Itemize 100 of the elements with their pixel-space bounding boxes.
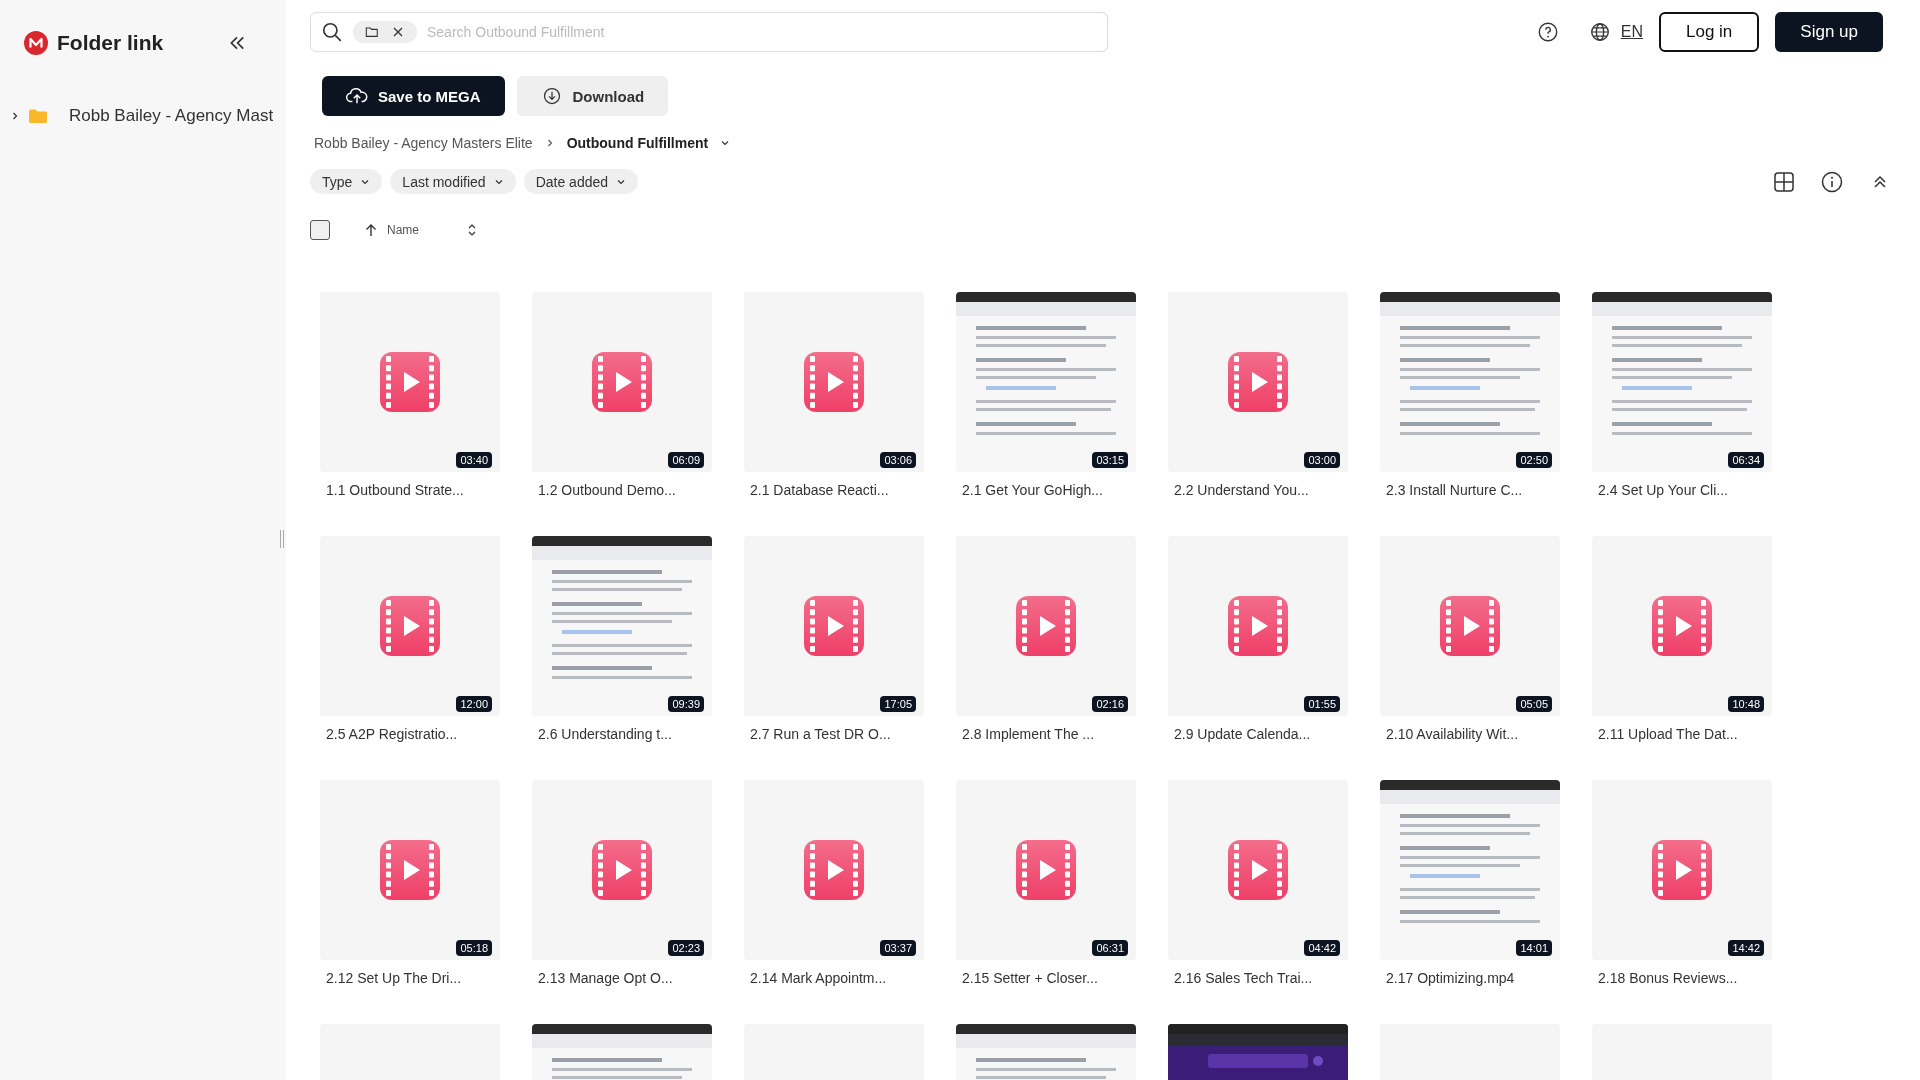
file-name[interactable]: 2.8 Implement The ...	[956, 726, 1136, 742]
language-link[interactable]: EN	[1620, 23, 1643, 41]
file-name[interactable]: 2.11 Upload The Dat...	[1592, 726, 1772, 742]
duration-badge: 03:06	[880, 452, 916, 468]
file-name[interactable]: 2.7 Run a Test DR O...	[744, 726, 924, 742]
save-to-mega-button[interactable]: Save to MEGA	[322, 76, 505, 116]
info-icon[interactable]	[1820, 169, 1844, 194]
video-file-icon	[1014, 838, 1078, 902]
breadcrumb-link[interactable]: Robb Bailey - Agency Masters Elite	[314, 135, 533, 151]
thumbnail[interactable]: 03:06	[744, 292, 924, 472]
duration-badge: 12:00	[456, 696, 492, 712]
duration-badge: 14:01	[1516, 940, 1552, 956]
close-icon[interactable]	[391, 25, 405, 39]
thumbnail[interactable]: 03:37	[744, 780, 924, 960]
file-name[interactable]: 2.5 A2P Registratio...	[320, 726, 500, 742]
video-file-icon	[378, 838, 442, 902]
video-file-icon	[1226, 594, 1290, 658]
file-name[interactable]: 2.6 Understanding t...	[532, 726, 712, 742]
video-file-icon	[1650, 594, 1714, 658]
duration-badge: 17:05	[880, 696, 916, 712]
thumbnail[interactable]: 06:09	[532, 292, 712, 472]
file-name[interactable]: 2.1 Database Reacti...	[744, 482, 924, 498]
file-name[interactable]: 2.4 Set Up Your Cli...	[1592, 482, 1772, 498]
folder-filter-chip[interactable]	[353, 21, 417, 43]
thumbnail[interactable]: 04:42	[1168, 780, 1348, 960]
duration-badge: 06:34	[1728, 452, 1764, 468]
duration-badge: 03:37	[880, 940, 916, 956]
thumbnail[interactable]: 06:31	[956, 780, 1136, 960]
download-button[interactable]: Download	[516, 76, 669, 116]
filter-dropdown[interactable]: Last modified	[390, 169, 516, 194]
file-name[interactable]: 2.13 Manage Opt O...	[532, 970, 712, 986]
file-name[interactable]: 2.9 Update Calenda...	[1168, 726, 1348, 742]
filter-dropdown[interactable]: Type	[310, 169, 383, 194]
video-file-icon	[802, 594, 866, 658]
resize-handle[interactable]	[280, 530, 284, 548]
folder-tree-item[interactable]: Robb Bailey - Agency Mast	[0, 104, 286, 128]
login-button[interactable]: Log in	[1659, 12, 1760, 52]
video-file-icon	[378, 594, 442, 658]
folder-icon	[365, 25, 379, 39]
logo-icon	[24, 31, 48, 55]
thumbnail[interactable]: 05:05	[1380, 536, 1560, 716]
file-name[interactable]: 2.1 Get Your GoHigh...	[956, 482, 1136, 498]
thumbnail[interactable]: 17:05	[744, 536, 924, 716]
video-file-icon	[802, 838, 866, 902]
file-name[interactable]: 2.2 Understand You...	[1168, 482, 1348, 498]
thumbnail[interactable]: 14:42	[1592, 780, 1772, 960]
file-name[interactable]: 2.12 Set Up The Dri...	[320, 970, 500, 986]
signup-button[interactable]: Sign up	[1775, 12, 1883, 52]
file-name[interactable]: 1.2 Outbound Demo...	[532, 482, 712, 498]
thumbnail[interactable]: 10:48	[1592, 536, 1772, 716]
file-name[interactable]: 2.3 Install Nurture C...	[1380, 482, 1560, 498]
globe-icon[interactable]	[1588, 21, 1611, 43]
thumbnail[interactable]: 03:40	[320, 292, 500, 472]
duration-badge: 05:18	[456, 940, 492, 956]
file-name[interactable]: 2.15 Setter + Closer...	[956, 970, 1136, 986]
duration-badge: 03:15	[1092, 452, 1128, 468]
duration-badge: 05:05	[1516, 696, 1552, 712]
duration-badge: 04:42	[1304, 940, 1340, 956]
sort-toggle-icon[interactable]	[467, 222, 477, 238]
thumbnail[interactable]: 02:16	[956, 536, 1136, 716]
video-file-icon	[1650, 838, 1714, 902]
breadcrumb-link[interactable]: Outbound Fulfillment	[566, 135, 709, 151]
video-file-icon	[1438, 594, 1502, 658]
search-field[interactable]: Search Outbound Fulfillment	[310, 12, 1108, 52]
help-icon[interactable]	[1536, 21, 1559, 43]
thumbnail[interactable]: 03:00	[1168, 292, 1348, 472]
duration-badge: 02:16	[1092, 696, 1128, 712]
duration-badge: 02:23	[668, 940, 704, 956]
folder-icon	[28, 108, 48, 124]
caret-icon[interactable]	[720, 138, 731, 148]
file-name[interactable]: 1.1 Outbound Strate...	[320, 482, 500, 498]
file-name[interactable]: 2.14 Mark Appointm...	[744, 970, 924, 986]
thumbnail[interactable]: 05:18	[320, 780, 500, 960]
file-name[interactable]: 2.16 Sales Tech Trai...	[1168, 970, 1348, 986]
video-file-icon	[1226, 838, 1290, 902]
file-name[interactable]: 2.17 Optimizing.mp4	[1380, 970, 1560, 986]
file-name[interactable]: 2.10 Availability Wit...	[1380, 726, 1560, 742]
duration-badge: 01:55	[1304, 696, 1340, 712]
name-column-header[interactable]: Name	[387, 223, 467, 237]
video-file-icon	[378, 350, 442, 414]
file-name[interactable]: 2.18 Bonus Reviews...	[1592, 970, 1772, 986]
thumbnail[interactable]: 02:23	[532, 780, 712, 960]
duration-badge: 10:48	[1728, 696, 1764, 712]
sort-arrow-icon[interactable]	[365, 223, 377, 237]
filter-dropdown[interactable]: Date added	[523, 169, 639, 194]
duration-badge: 14:42	[1728, 940, 1764, 956]
duration-badge: 03:40	[456, 452, 492, 468]
search-input[interactable]: Search Outbound Fulfillment	[425, 23, 1107, 41]
duration-badge: 03:00	[1304, 452, 1340, 468]
chevron-icon[interactable]	[10, 111, 20, 121]
thumbnail[interactable]: 01:55	[1168, 536, 1348, 716]
video-file-icon	[590, 838, 654, 902]
app-title: Folder link	[57, 31, 164, 55]
cloud-upload-icon	[346, 86, 368, 106]
video-file-icon	[590, 350, 654, 414]
thumbnail[interactable]: 12:00	[320, 536, 500, 716]
grid-view-icon[interactable]	[1772, 169, 1796, 194]
video-file-icon	[1014, 594, 1078, 658]
duration-badge: 06:09	[668, 452, 704, 468]
select-all-checkbox[interactable]	[310, 220, 330, 240]
